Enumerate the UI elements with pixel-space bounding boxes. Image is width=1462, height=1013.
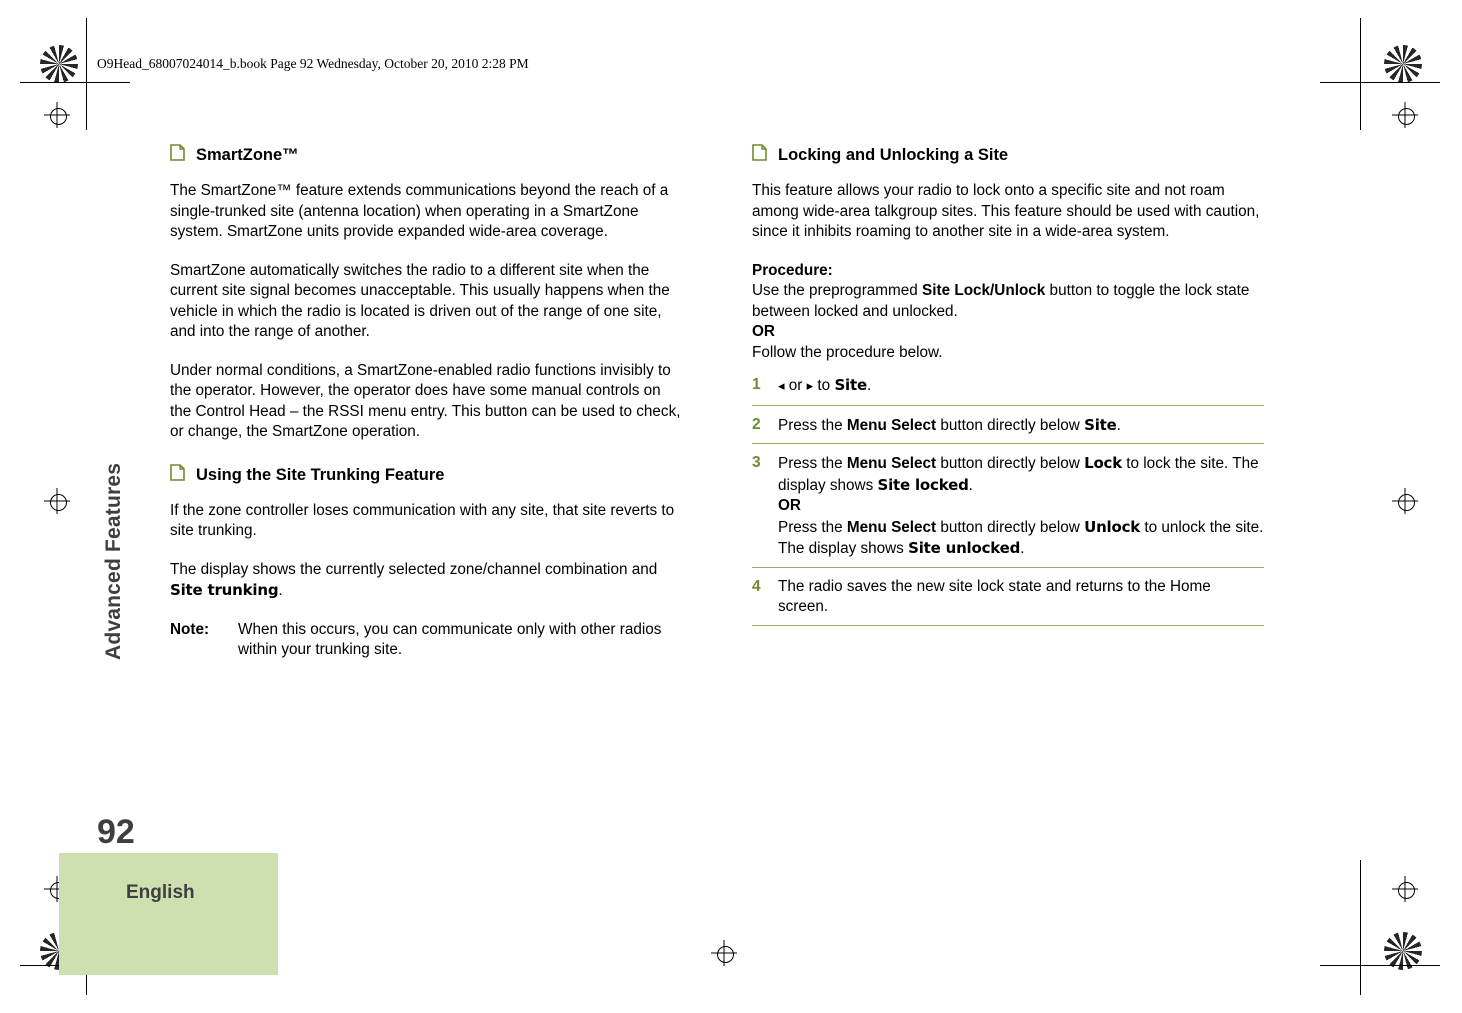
procedure-label: Procedure:: [752, 261, 833, 279]
section-heading-text: SmartZone™: [196, 146, 299, 164]
page-number: 92: [97, 813, 135, 851]
display-text-lock: Lock: [1084, 454, 1123, 472]
right-column: Locking and Unlocking a Site This featur…: [752, 144, 1264, 635]
step-3-tail-2: .: [1020, 540, 1025, 557]
note-block: Note: When this occurs, you can communic…: [170, 620, 682, 661]
display-text-site-trunking: Site trunking: [170, 581, 279, 599]
chapter-tab: Advanced Features: [102, 330, 134, 750]
paragraph-locking-1: This feature allows your radio to lock o…: [752, 182, 1260, 240]
paragraph-site-trunking-2: The display shows the currently selected…: [170, 560, 682, 602]
registration-mark-top-left: [40, 45, 78, 83]
section-heading-text: Using the Site Trunking Feature: [196, 465, 445, 484]
step-4: 4 The radio saves the new site lock stat…: [752, 577, 1264, 626]
paragraph-smartzone-1: The SmartZone™ feature extends communica…: [170, 182, 669, 240]
paragraph-site-trunking-1: If the zone controller loses communicati…: [170, 501, 675, 540]
step-number: 3: [752, 454, 761, 471]
section-marker-icon: [170, 144, 185, 161]
trim-line-right-vertical-2: [1360, 860, 1361, 995]
left-column: SmartZone™ The SmartZone™ feature extend…: [170, 144, 682, 661]
chapter-tab-label: Advanced Features: [102, 462, 125, 660]
trim-line-top-horizontal-right: [1320, 82, 1440, 83]
button-name-menu-select-2: Menu Select: [846, 518, 937, 536]
section-heading-site-trunking: Using the Site Trunking Feature: [170, 463, 682, 485]
paragraph-smartzone-3: Under normal conditions, a SmartZone-ena…: [170, 361, 681, 441]
paragraph-smartzone-2: SmartZone automatically switches the rad…: [170, 261, 670, 341]
step-3-a: Press the: [778, 455, 847, 472]
step-1: 1 ◂ or ▸ to Site.: [752, 375, 1264, 406]
section-heading-locking-site: Locking and Unlocking a Site: [752, 144, 1264, 165]
section-marker-icon: [752, 144, 767, 161]
registration-cross-left-mid: [44, 488, 70, 514]
book-file-header: O9Head_68007024014_b.book Page 92 Wednes…: [97, 56, 529, 71]
display-text-unlock: Unlock: [1084, 517, 1141, 536]
step-2-tail: .: [1116, 416, 1121, 434]
procedure-intro: Use the preprogrammed Site Lock/Unlock b…: [752, 281, 1264, 363]
step-3-or: OR: [778, 497, 801, 514]
trim-line-top-horizontal-left: [20, 82, 130, 83]
section-heading-text: Locking and Unlocking a Site: [778, 146, 1009, 164]
registration-cross-right-top: [1392, 102, 1418, 128]
procedure-steps-list: 1 ◂ or ▸ to Site. 2 Press the Menu Selec…: [752, 375, 1264, 626]
procedure-intro-a: Use the preprogrammed: [752, 282, 923, 299]
button-name-menu-select: Menu Select: [846, 455, 937, 472]
button-name-site-lock-unlock: Site Lock/Unlock: [922, 282, 1046, 299]
step-number: 1: [752, 376, 761, 393]
note-label: Note:: [170, 620, 210, 638]
section-marker-icon: [170, 463, 185, 481]
step-2: 2 Press the Menu Select button directly …: [752, 415, 1264, 444]
language-label: English: [126, 882, 195, 903]
step-3-b: button directly below: [936, 455, 1085, 472]
procedure-follow: Follow the procedure below.: [752, 343, 943, 361]
display-text-site-locked: Site locked: [877, 475, 969, 494]
paragraph-text-prefix: The display shows the currently selected…: [170, 560, 658, 578]
registration-cross-bottom-center: [711, 940, 737, 966]
trim-line-right-vertical: [1360, 18, 1361, 130]
step-number: 2: [752, 415, 761, 433]
step-2-b: button directly below: [936, 416, 1085, 434]
note-text: When this occurs, you can communicate on…: [238, 620, 662, 659]
registration-mark-top-right: [1384, 45, 1422, 83]
registration-cross-left-top: [44, 102, 70, 128]
footer-accent-block: [59, 853, 278, 975]
step-number: 4: [752, 577, 761, 595]
registration-cross-right-mid: [1392, 488, 1418, 514]
trim-line-bottom-horizontal-right: [1320, 965, 1440, 966]
paragraph-text-suffix: .: [278, 582, 283, 599]
step-2-a: Press the: [778, 416, 847, 434]
step-1-tail: .: [866, 377, 872, 394]
section-heading-smartzone: SmartZone™: [170, 144, 682, 165]
trim-line-left-vertical: [86, 18, 87, 130]
display-text-site: Site: [1084, 415, 1117, 434]
procedure-or: OR: [752, 323, 775, 340]
step-3-d: Press the: [778, 518, 847, 536]
button-name-menu-select: Menu Select: [846, 416, 937, 434]
registration-cross-right-bottom: [1392, 876, 1418, 902]
step-3: 3 Press the Menu Select button directly …: [752, 453, 1264, 568]
step-4-text: The radio saves the new site lock state …: [778, 577, 1211, 616]
display-text-site-unlocked: Site unlocked: [908, 539, 1021, 557]
display-text-site: Site: [834, 376, 867, 394]
step-1-mid: or: [784, 377, 807, 394]
step-3-e: button directly below: [936, 518, 1085, 536]
step-3-tail: .: [968, 476, 973, 494]
step-1-to: to: [813, 377, 835, 394]
